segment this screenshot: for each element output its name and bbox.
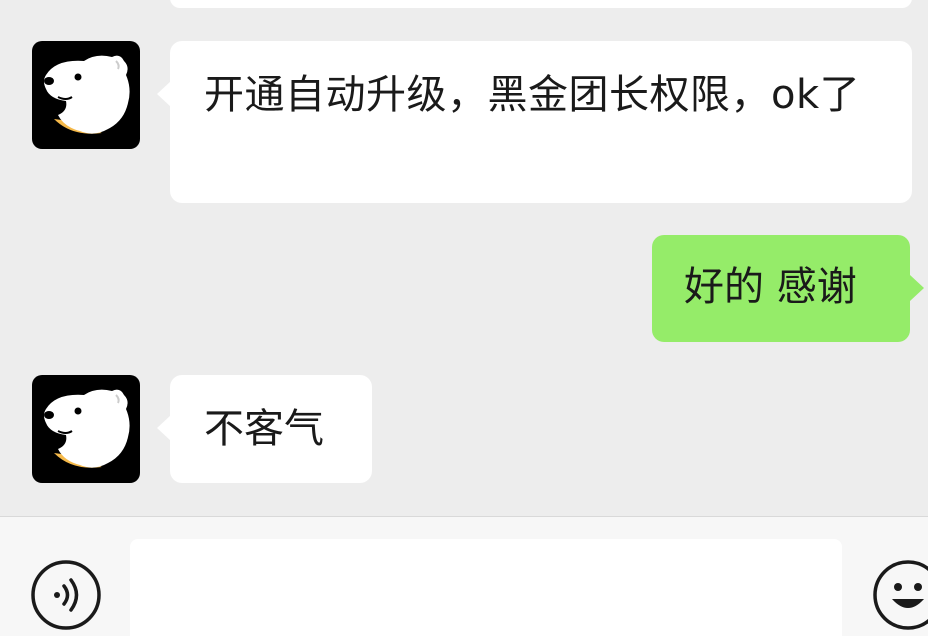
- polar-bear-logo: [44, 55, 130, 134]
- emoji-icon: [873, 560, 928, 630]
- message-input[interactable]: [130, 539, 842, 636]
- bubble-tail: [157, 415, 171, 441]
- outgoing-message-bubble[interactable]: 好的 感谢: [652, 235, 924, 342]
- message-text: 开通自动升级，黑金团长权限，ok了: [204, 72, 861, 118]
- previous-message-bubble: [170, 0, 912, 8]
- message-list[interactable]: 开通自动升级，黑金团长权限，ok了 好的 感谢 不客气: [0, 0, 928, 516]
- contact-avatar[interactable]: [32, 375, 140, 483]
- input-toolbar: [0, 516, 928, 636]
- bubble-tail: [910, 275, 924, 301]
- incoming-message-bubble[interactable]: 不客气: [157, 375, 372, 483]
- message-text: 不客气: [204, 406, 324, 452]
- message-text: 好的 感谢: [684, 264, 857, 310]
- emoji-button[interactable]: [872, 559, 928, 631]
- bubble-tail: [157, 81, 171, 107]
- voice-input-button[interactable]: [30, 559, 102, 631]
- voice-icon: [31, 560, 101, 630]
- chat-screen: 开通自动升级，黑金团长权限，ok了 好的 感谢 不客气: [0, 0, 928, 636]
- contact-avatar[interactable]: [32, 41, 140, 149]
- polar-bear-logo: [44, 389, 130, 468]
- incoming-message-bubble[interactable]: 开通自动升级，黑金团长权限，ok了: [157, 41, 912, 203]
